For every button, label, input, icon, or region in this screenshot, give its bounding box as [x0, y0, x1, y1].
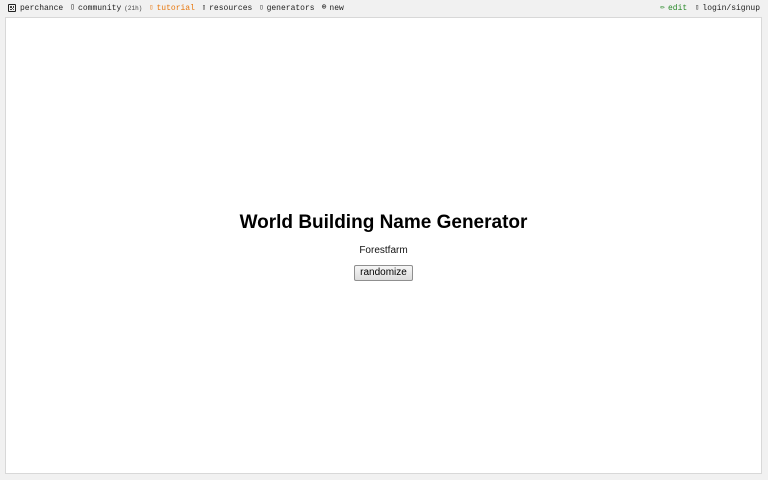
generator-content: World Building Name Generator Forestfarm…: [6, 210, 761, 281]
book-icon: ▯: [149, 3, 154, 12]
nav-resources[interactable]: ▯ resources: [202, 4, 252, 13]
nav-resources-label: resources: [209, 3, 253, 13]
page-title: World Building Name Generator: [239, 212, 528, 233]
nav-generators[interactable]: ▯ generators: [259, 4, 314, 13]
pencil-icon: ✏: [660, 3, 665, 12]
nav-left-group: perchance ▯ community (21h) ▯ tutorial ▯…: [8, 0, 351, 16]
top-nav-bar: perchance ▯ community (21h) ▯ tutorial ▯…: [0, 0, 768, 16]
community-badge: (21h): [124, 4, 143, 12]
generated-output: Forestfarm: [359, 245, 408, 256]
nav-community[interactable]: ▯ community (21h): [70, 4, 142, 13]
nav-generators-label: generators: [266, 3, 315, 13]
plus-circle-icon: ⊕: [321, 3, 327, 12]
nav-login[interactable]: ▯ login/signup: [695, 4, 760, 13]
nav-brand-perchance[interactable]: perchance: [8, 4, 63, 13]
folder-icon: ▯: [201, 3, 207, 12]
nav-tutorial[interactable]: ▯ tutorial: [149, 4, 195, 13]
list-icon: ▯: [259, 3, 264, 12]
nav-login-label: login/signup: [702, 3, 760, 13]
nav-edit[interactable]: ✏ edit: [660, 4, 687, 13]
nav-brand-label: perchance: [20, 3, 64, 13]
nav-new[interactable]: ⊕ new: [322, 4, 344, 13]
nav-new-label: new: [329, 3, 344, 13]
chat-icon: ▯: [70, 3, 76, 12]
user-icon: ▯: [695, 3, 700, 12]
nav-right-group: ✏ edit ▯ login/signup: [652, 0, 760, 16]
randomize-button[interactable]: randomize: [354, 265, 413, 281]
nav-community-label: community: [78, 3, 122, 13]
nav-tutorial-label: tutorial: [156, 3, 195, 13]
generator-frame: World Building Name Generator Forestfarm…: [5, 17, 762, 474]
dice-icon: [8, 4, 16, 12]
nav-edit-label: edit: [667, 3, 688, 13]
